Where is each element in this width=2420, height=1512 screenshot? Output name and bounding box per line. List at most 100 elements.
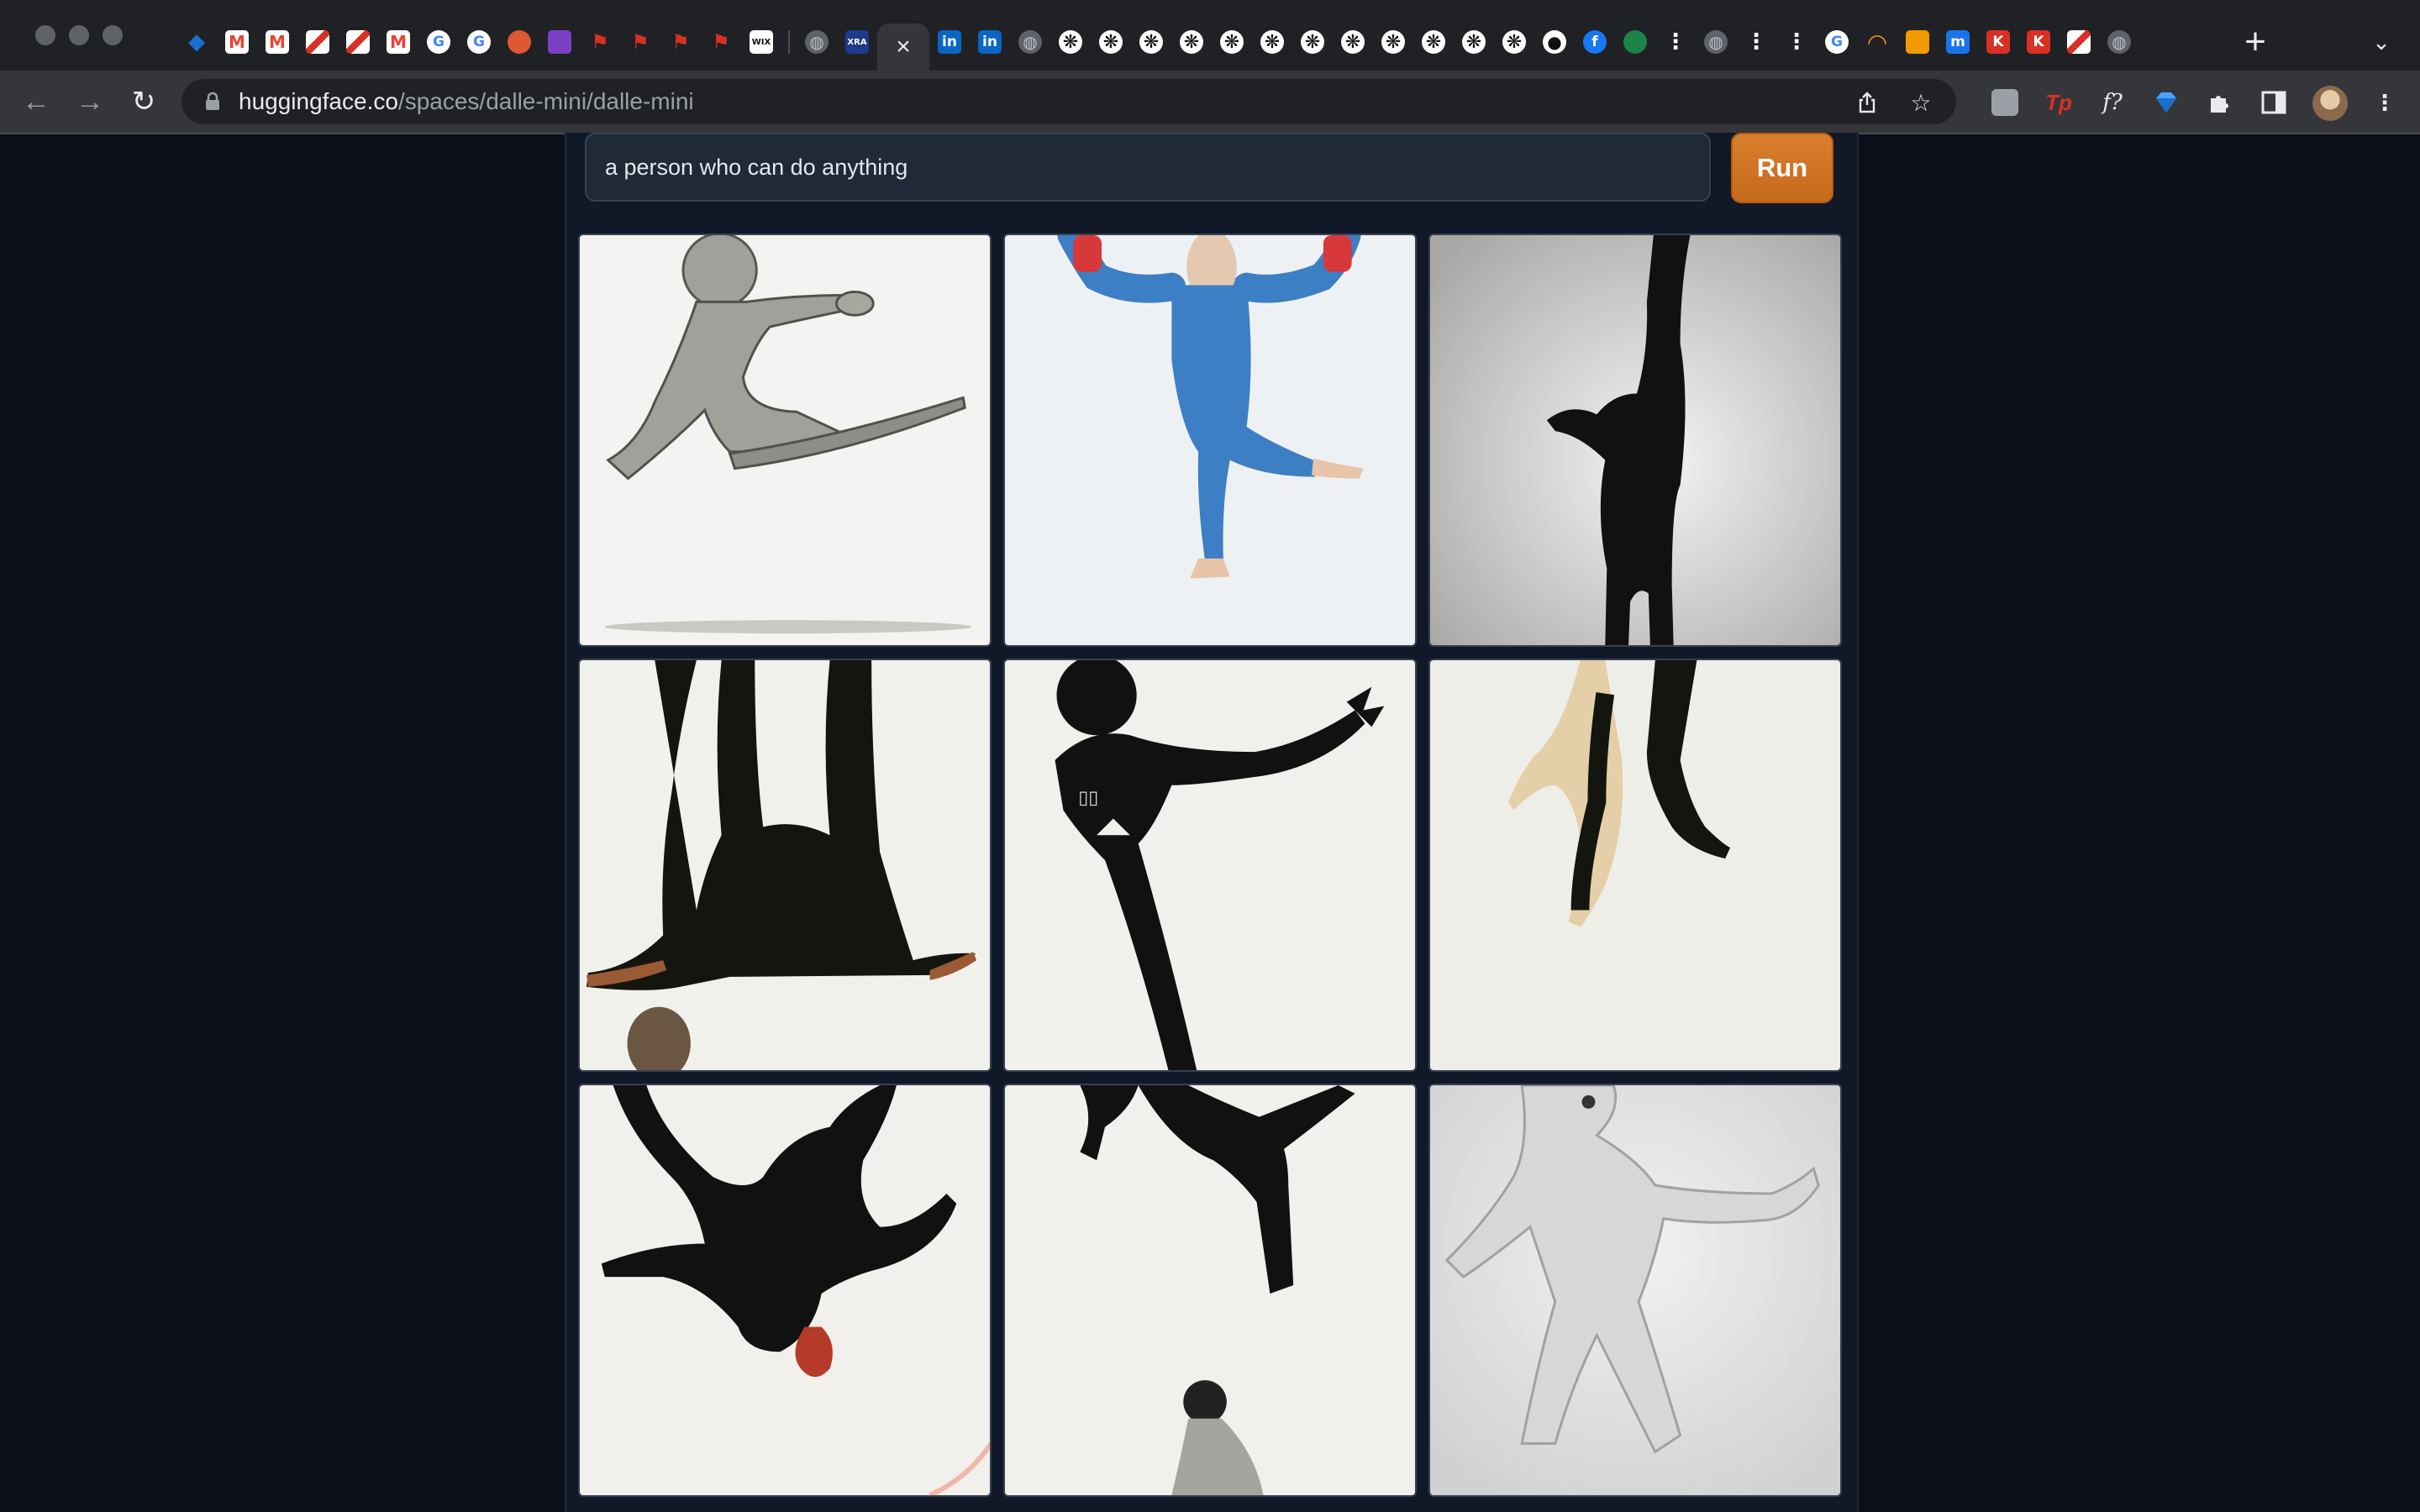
browser-tab[interactable]: K bbox=[1978, 24, 2018, 60]
prompt-input[interactable] bbox=[585, 133, 1711, 202]
extensions-puzzle-icon[interactable] bbox=[2203, 86, 2237, 119]
browser-tab[interactable]: ❋ bbox=[1494, 24, 1534, 60]
browser-tab[interactable]: ◆ bbox=[176, 24, 217, 60]
browser-tab[interactable]: ❋ bbox=[1373, 24, 1413, 60]
browser-tab[interactable] bbox=[499, 24, 539, 60]
browser-tab[interactable] bbox=[539, 24, 580, 60]
openai-icon: ❋ bbox=[1502, 30, 1526, 54]
browser-tab[interactable]: ❋ bbox=[1454, 24, 1494, 60]
reload-button[interactable]: ↻ bbox=[123, 81, 165, 123]
extension-tp-icon[interactable]: Tp bbox=[2042, 86, 2075, 119]
browser-tab[interactable]: ❋ bbox=[1413, 24, 1454, 60]
tab-search-chevron-icon[interactable]: ⌄ bbox=[2363, 24, 2400, 60]
gmail-icon: M bbox=[266, 30, 289, 54]
tab-separator bbox=[788, 30, 790, 54]
browser-tab[interactable]: ⚑ bbox=[701, 24, 741, 60]
browser-tab[interactable] bbox=[297, 24, 338, 60]
dots-icon: ⋮ bbox=[1665, 30, 1686, 54]
share-icon[interactable] bbox=[1852, 87, 1882, 118]
extension-diamond-icon[interactable] bbox=[2149, 86, 2183, 119]
browser-tab[interactable] bbox=[338, 24, 378, 60]
openai-icon: ❋ bbox=[1381, 30, 1405, 54]
browser-menu-icon[interactable]: ⋮ bbox=[2368, 86, 2402, 119]
red-k-icon: K bbox=[2027, 30, 2050, 54]
generated-image-9[interactable] bbox=[1428, 1084, 1842, 1497]
google-icon: G bbox=[467, 30, 491, 54]
browser-tab[interactable]: ⚑ bbox=[620, 24, 660, 60]
generated-image-6[interactable] bbox=[1428, 659, 1842, 1072]
browser-tab[interactable]: ❋ bbox=[1292, 24, 1333, 60]
close-tab-icon[interactable]: × bbox=[896, 34, 911, 60]
google-icon: G bbox=[1825, 30, 1849, 54]
browser-tab[interactable]: M bbox=[217, 24, 257, 60]
generated-image-4[interactable] bbox=[578, 659, 992, 1072]
browser-tab[interactable]: ❋ bbox=[1171, 24, 1212, 60]
generated-image-1[interactable] bbox=[578, 234, 992, 647]
close-window-button[interactable] bbox=[35, 25, 55, 45]
new-tab-button[interactable]: + bbox=[2235, 21, 2275, 62]
browser-tab[interactable]: ❋ bbox=[1333, 24, 1373, 60]
browser-tab[interactable]: ◍ bbox=[797, 24, 837, 60]
generated-image-3[interactable] bbox=[1428, 234, 1842, 647]
browser-tab[interactable]: ◍ bbox=[2099, 24, 2139, 60]
extension-grey-r-icon[interactable] bbox=[1988, 86, 2022, 119]
openai-icon: ❋ bbox=[1341, 30, 1365, 54]
browser-tab[interactable]: ❋ bbox=[1091, 24, 1131, 60]
browser-tab[interactable]: XRA bbox=[837, 24, 877, 60]
back-button[interactable]: ← bbox=[15, 81, 57, 123]
browser-tab[interactable]: ❋ bbox=[1212, 24, 1252, 60]
zoom-window-button[interactable] bbox=[103, 25, 123, 45]
browser-tab[interactable]: m bbox=[1938, 24, 1978, 60]
browser-tab[interactable]: ⋮ bbox=[1655, 24, 1696, 60]
minimize-window-button[interactable] bbox=[69, 25, 89, 45]
browser-tab[interactable]: ◠ bbox=[1857, 24, 1897, 60]
generated-image-2[interactable] bbox=[1003, 234, 1417, 647]
url-text[interactable]: huggingface.co/spaces/dalle-mini/dalle-m… bbox=[239, 89, 694, 114]
generated-image-7[interactable] bbox=[578, 1084, 992, 1497]
browser-tab[interactable]: ❋ bbox=[1252, 24, 1292, 60]
browser-tab[interactable]: in bbox=[929, 24, 970, 60]
browser-tab[interactable]: ● bbox=[1534, 24, 1575, 60]
browser-tab[interactable]: ❋ bbox=[1131, 24, 1171, 60]
profile-avatar[interactable] bbox=[2312, 86, 2348, 121]
browser-tab[interactable]: G bbox=[459, 24, 499, 60]
globe-icon: ◍ bbox=[805, 30, 829, 54]
browser-tab[interactable]: ⚑ bbox=[580, 24, 620, 60]
openai-icon: ❋ bbox=[1260, 30, 1284, 54]
browser-tab[interactable] bbox=[2059, 24, 2099, 60]
blue-m-icon: m bbox=[1946, 30, 1970, 54]
side-panel-icon[interactable] bbox=[2257, 86, 2291, 119]
browser-tab[interactable]: ⋮ bbox=[1776, 24, 1817, 60]
gmail-icon: M bbox=[387, 30, 410, 54]
browser-tab[interactable]: M bbox=[378, 24, 418, 60]
browser-tab[interactable]: ⚑ bbox=[660, 24, 701, 60]
forward-button[interactable]: → bbox=[69, 81, 111, 123]
browser-tab[interactable]: f bbox=[1575, 24, 1615, 60]
generated-image-8[interactable] bbox=[1003, 1084, 1417, 1497]
browser-tab[interactable]: ◍ bbox=[1010, 24, 1050, 60]
browser-tab[interactable]: M bbox=[257, 24, 297, 60]
address-bar[interactable]: huggingface.co/spaces/dalle-mini/dalle-m… bbox=[182, 79, 1956, 124]
globe-icon: ◍ bbox=[1704, 30, 1728, 54]
browser-tab[interactable] bbox=[1897, 24, 1938, 60]
svg-text:▯▯: ▯▯ bbox=[1078, 788, 1098, 809]
browser-tab[interactable]: ◍ bbox=[1696, 24, 1736, 60]
lock-icon[interactable] bbox=[202, 91, 224, 113]
browser-tab[interactable]: × bbox=[877, 24, 929, 71]
browser-tab[interactable]: G bbox=[418, 24, 459, 60]
browser-tab[interactable]: G bbox=[1817, 24, 1857, 60]
generated-image-5[interactable]: ▯▯ bbox=[1003, 659, 1417, 1072]
globe-icon: ◍ bbox=[1018, 30, 1042, 54]
bookmark-star-icon[interactable]: ☆ bbox=[1906, 87, 1936, 118]
browser-tab[interactable]: WIX bbox=[741, 24, 781, 60]
sketch-diamond-icon: ◆ bbox=[188, 30, 205, 54]
browser-tab[interactable]: ⋮ bbox=[1736, 24, 1776, 60]
browser-tab[interactable]: K bbox=[2018, 24, 2059, 60]
extension-function-icon[interactable]: f? bbox=[2096, 86, 2129, 119]
image-gallery: ▯▯ bbox=[578, 234, 1842, 1497]
red-k-icon: K bbox=[1986, 30, 2010, 54]
browser-tab[interactable]: ❋ bbox=[1050, 24, 1091, 60]
browser-tab[interactable]: in bbox=[970, 24, 1010, 60]
browser-tab[interactable] bbox=[1615, 24, 1655, 60]
run-button[interactable]: Run bbox=[1731, 133, 1833, 203]
